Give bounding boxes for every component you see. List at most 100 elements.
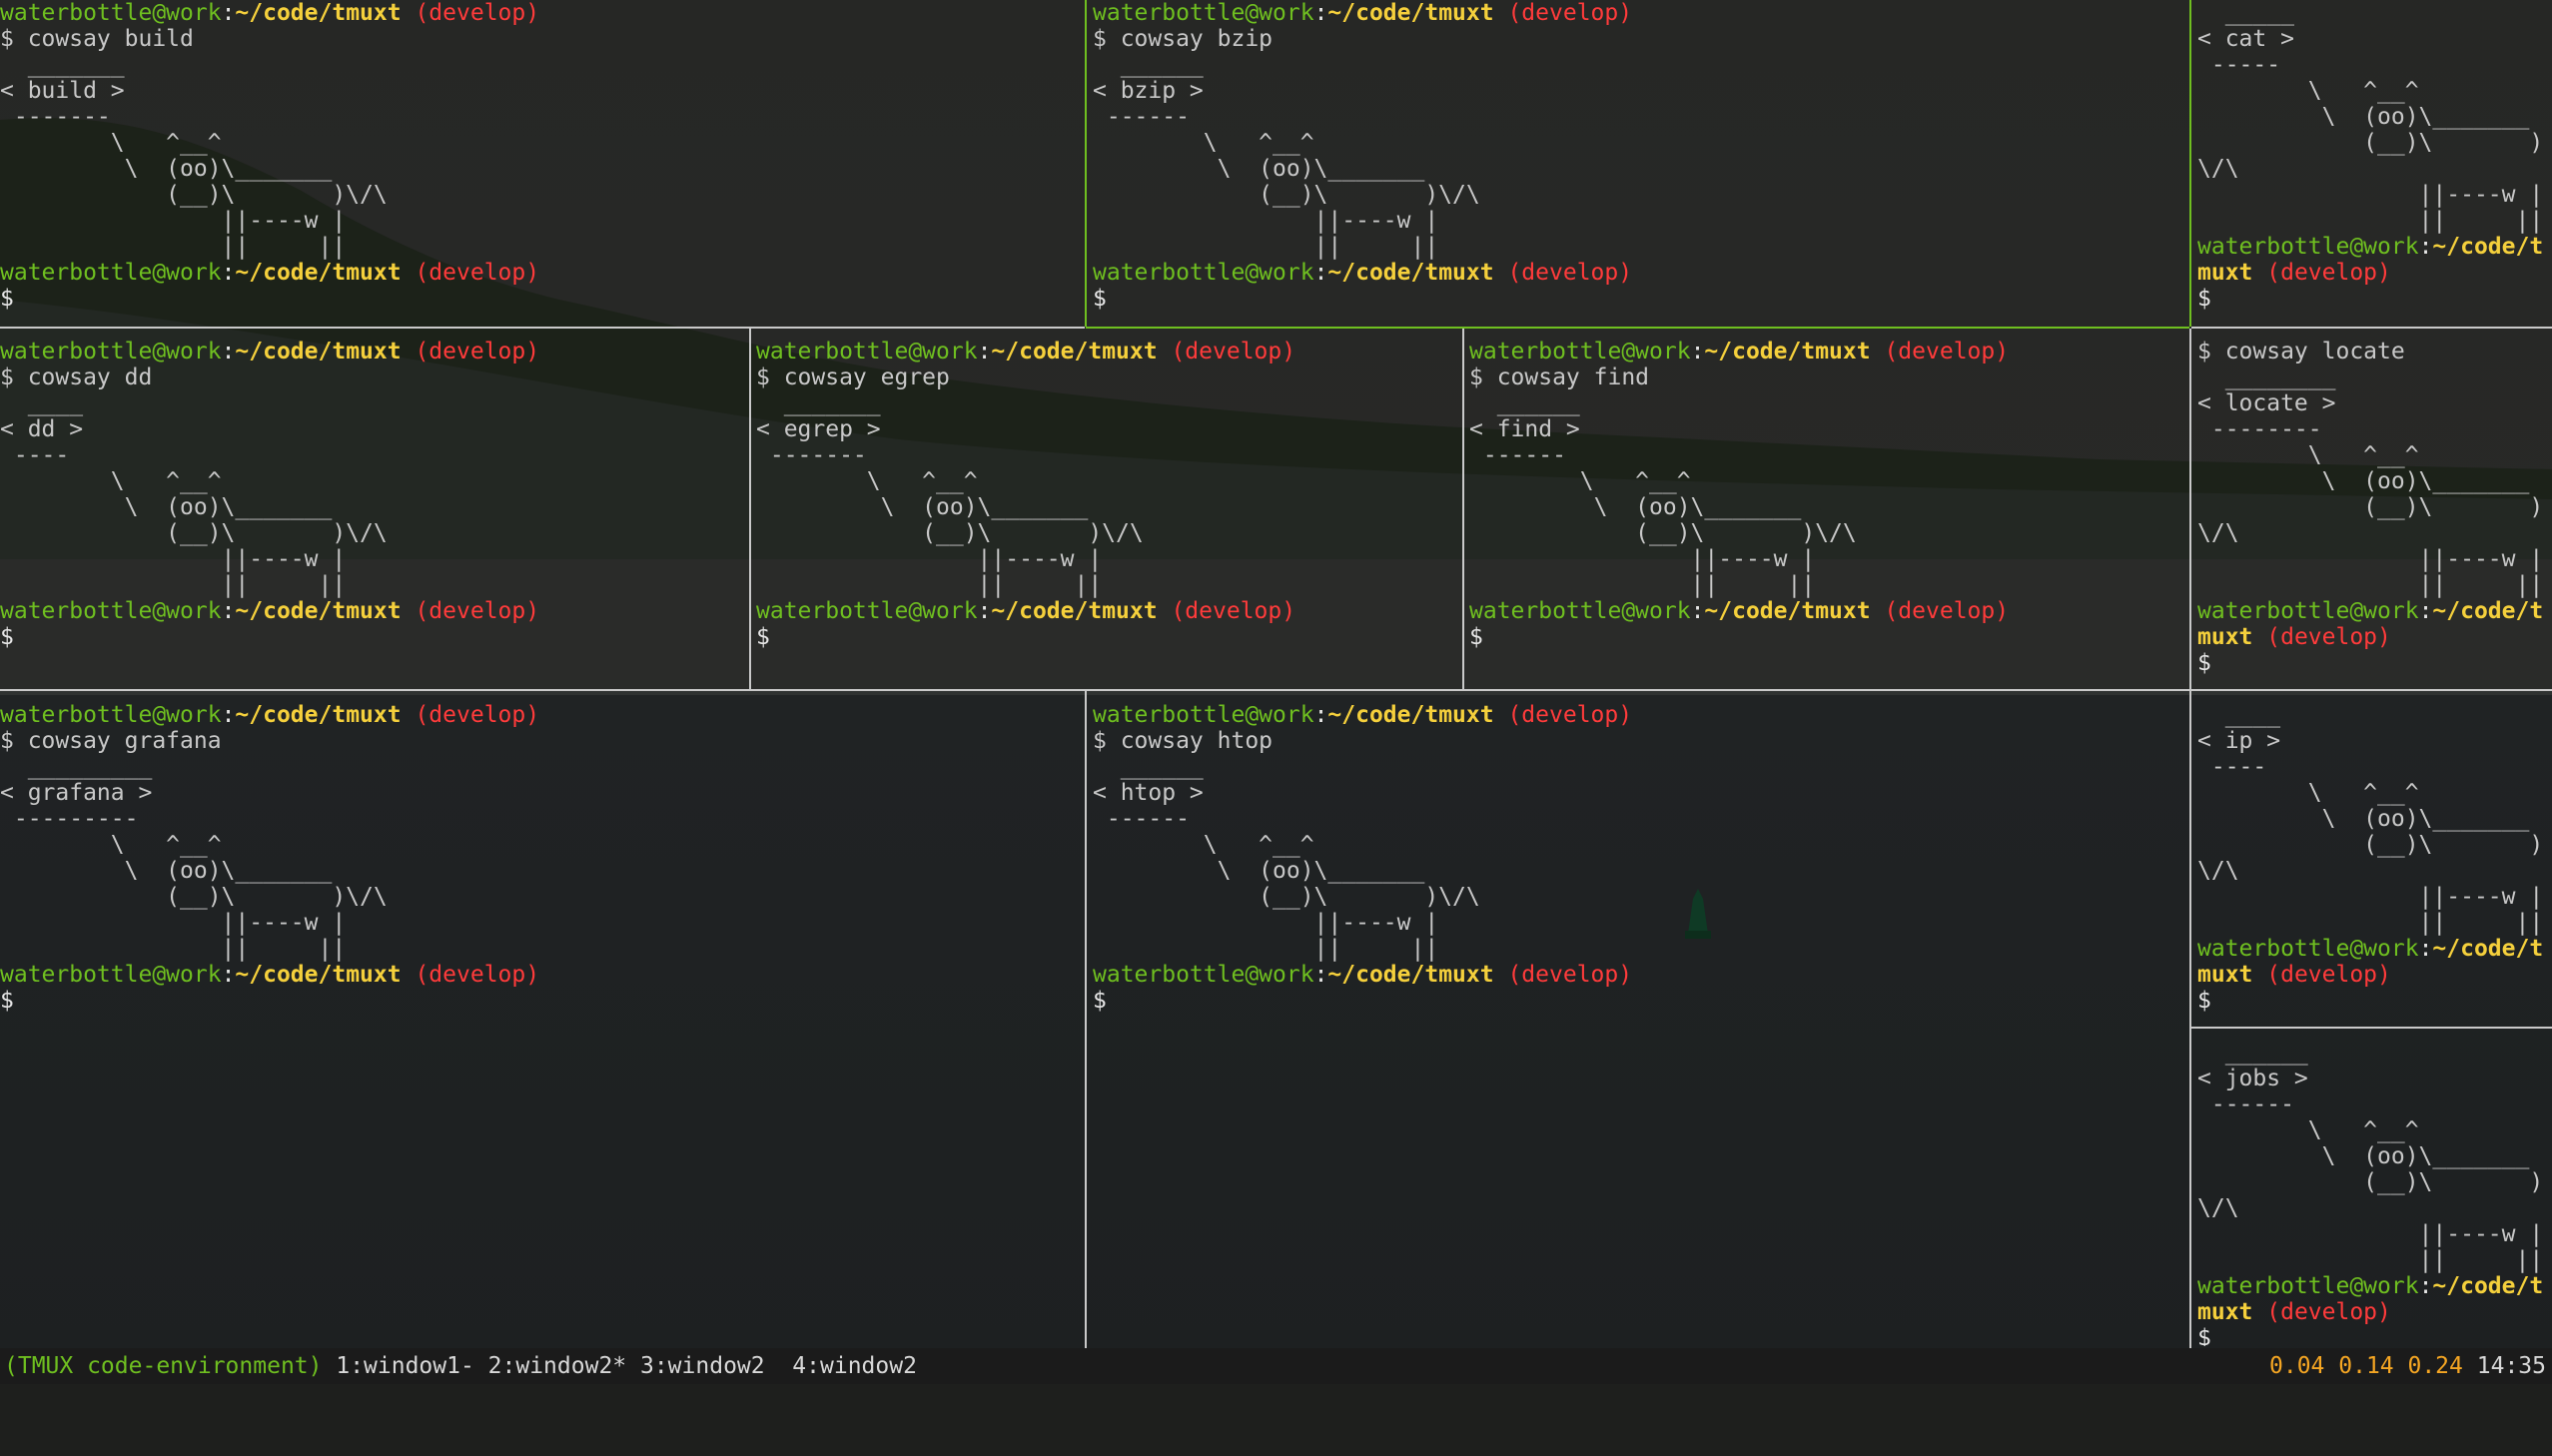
cow-art: \ ^__^ xyxy=(2197,442,2419,468)
pane-dd[interactable]: waterbottle@work:~/code/tmuxt (develop) … xyxy=(0,339,749,688)
cow-art: || || xyxy=(2197,1247,2544,1273)
cow-art: || || xyxy=(0,234,347,260)
cow-art: || || xyxy=(1469,572,1816,598)
shell-cursor-line[interactable]: $ xyxy=(2197,1325,2552,1346)
command-line: $ cowsay bzip xyxy=(1093,26,1274,52)
cow-art: || || xyxy=(2197,910,2544,936)
pane-border[interactable] xyxy=(0,689,2552,691)
bubble-bottom: ----- xyxy=(2197,52,2281,78)
cow-art: ||----w | xyxy=(756,546,1103,572)
command-line: $ cowsay htop xyxy=(1093,728,1274,754)
cow-art: (__)\ )\/\ xyxy=(1093,182,1480,208)
bubble-text: < build > xyxy=(0,78,125,104)
cow-art: \/\ xyxy=(2197,1195,2239,1221)
bubble-text: < cat > xyxy=(2197,26,2294,52)
bubble-text: < ip > xyxy=(2197,728,2281,754)
shell-cursor-line[interactable]: $ xyxy=(2197,286,2552,312)
cow-art: \ (oo)\_______ xyxy=(0,156,333,182)
prompt-line-wrap: muxt (develop) xyxy=(2197,624,2391,650)
bubble-top: ____ xyxy=(0,390,84,416)
cow-art: || || xyxy=(1093,936,1439,962)
bubble-bottom: --------- xyxy=(0,806,139,832)
clock: 14:35 xyxy=(2476,1353,2546,1379)
cow-art: \ (oo)\_______ xyxy=(1469,494,1802,520)
cow-art: ||----w | xyxy=(2197,1221,2544,1247)
shell-cursor-line[interactable]: $ xyxy=(1469,624,2189,650)
bubble-top: ______ xyxy=(1469,390,1580,416)
bubble-text: < htop > xyxy=(1093,780,1204,806)
prompt-line: waterbottle@work:~/code/tmuxt (develop) xyxy=(0,339,540,364)
pane-locate[interactable]: $ cowsay locate ________ < locate > ----… xyxy=(2197,339,2552,688)
status-left: (TMUX code-environment) 1:window1- 2:win… xyxy=(4,1348,917,1384)
cow-art: \ ^__^ xyxy=(1093,832,1314,858)
cow-art: (__)\ )\/\ xyxy=(756,520,1144,546)
cow-art: || || xyxy=(2197,208,2544,234)
pane-cat[interactable]: _____ < cat > ----- \ ^__^ \ (oo)\______… xyxy=(2197,0,2552,327)
bubble-text: < dd > xyxy=(0,416,84,442)
command-line: $ cowsay grafana xyxy=(0,728,222,754)
pane-egrep[interactable]: waterbottle@work:~/code/tmuxt (develop) … xyxy=(756,339,1462,688)
bubble-top: _______ xyxy=(0,52,125,78)
cow-art: \ (oo)\_______ xyxy=(2197,806,2530,832)
cow-art: ||----w | xyxy=(2197,182,2544,208)
cow-art: \ ^__^ xyxy=(0,130,222,156)
bubble-bottom: ---- xyxy=(0,442,70,468)
shell-cursor-line[interactable]: $ xyxy=(0,286,1084,312)
bubble-top: ________ xyxy=(2197,364,2336,390)
shell-cursor-line[interactable]: $ xyxy=(1093,988,2189,1014)
pane-border-active[interactable] xyxy=(2189,0,2191,327)
shell-cursor-line[interactable]: $ xyxy=(756,624,1462,650)
shell-cursor-line[interactable]: $ xyxy=(1093,286,2189,312)
cow-art: || || xyxy=(1093,234,1439,260)
bubble-top: _______ xyxy=(756,390,881,416)
cow-art: (__)\ )\/\ xyxy=(0,884,388,910)
pane-border-active[interactable] xyxy=(1085,0,1087,327)
shell-cursor-line[interactable]: $ xyxy=(2197,650,2552,676)
cow-art: || || xyxy=(756,572,1103,598)
cow-art: \/\ xyxy=(2197,156,2239,182)
prompt-line: waterbottle@work:~/code/t xyxy=(2197,234,2544,260)
shell-cursor-line[interactable]: $ xyxy=(2197,988,2552,1014)
prompt-line-wrap: muxt (develop) xyxy=(2197,260,2391,286)
prompt-line: waterbottle@work:~/code/tmuxt (develop) xyxy=(1093,702,1633,728)
prompt-line: waterbottle@work:~/code/tmuxt (develop) xyxy=(1093,962,1633,988)
pane-ip[interactable]: ____ < ip > ---- \ ^__^ \ (oo)\_______ (… xyxy=(2197,702,2552,1024)
pane-border-active[interactable] xyxy=(1086,327,2189,329)
pane-border[interactable] xyxy=(0,327,1085,329)
prompt-line: waterbottle@work:~/code/tmuxt (develop) xyxy=(0,598,540,624)
cow-art: (__)\ ) xyxy=(2197,130,2544,156)
pane-bzip[interactable]: waterbottle@work:~/code/tmuxt (develop) … xyxy=(1093,0,2189,327)
bubble-text: < locate > xyxy=(2197,390,2336,416)
pane-jobs[interactable]: ______ < jobs > ------ \ ^__^ \ (oo)\___… xyxy=(2197,1040,2552,1346)
bubble-text: < jobs > xyxy=(2197,1066,2308,1092)
prompt-line: waterbottle@work:~/code/tmuxt (develop) xyxy=(1093,0,1633,26)
pane-border[interactable] xyxy=(2189,329,2191,1348)
pane-border[interactable] xyxy=(749,329,751,690)
cow-art: \ ^__^ xyxy=(1469,468,1691,494)
bubble-bottom: ------ xyxy=(1093,806,1190,832)
shell-cursor-line[interactable]: $ xyxy=(0,624,749,650)
pane-grafana[interactable]: waterbottle@work:~/code/tmuxt (develop) … xyxy=(0,702,1084,1346)
pane-border[interactable] xyxy=(1085,691,1087,1348)
cow-art: ||----w | xyxy=(0,208,347,234)
command-line: $ cowsay find xyxy=(1469,364,1650,390)
cow-art: (__)\ )\/\ xyxy=(1093,884,1480,910)
cow-art: \ ^__^ xyxy=(2197,78,2419,104)
pane-build[interactable]: waterbottle@work:~/code/tmuxt (develop) … xyxy=(0,0,1084,327)
prompt-line: waterbottle@work:~/code/t xyxy=(2197,598,2544,624)
prompt-line: waterbottle@work:~/code/tmuxt (develop) xyxy=(756,339,1296,364)
cow-art: ||----w | xyxy=(1093,910,1439,936)
window-list[interactable]: 1:window1- 2:window2* 3:window2 4:window… xyxy=(323,1353,917,1379)
shell-cursor-line[interactable]: $ xyxy=(0,988,1084,1014)
pane-find[interactable]: waterbottle@work:~/code/tmuxt (develop) … xyxy=(1469,339,2189,688)
bubble-top: ______ xyxy=(1093,52,1204,78)
pane-border[interactable] xyxy=(2191,1027,2552,1029)
cow-art: ||----w | xyxy=(0,546,347,572)
pane-border[interactable] xyxy=(1462,329,1464,690)
status-right: 0.04 0.14 0.24 14:35 xyxy=(2269,1348,2546,1384)
bubble-top: ______ xyxy=(2197,1040,2308,1066)
pane-htop[interactable]: waterbottle@work:~/code/tmuxt (develop) … xyxy=(1093,702,2189,1346)
cow-art: ||----w | xyxy=(0,910,347,936)
prompt-line: waterbottle@work:~/code/tmuxt (develop) xyxy=(1469,598,2010,624)
pane-border[interactable] xyxy=(2191,327,2552,329)
